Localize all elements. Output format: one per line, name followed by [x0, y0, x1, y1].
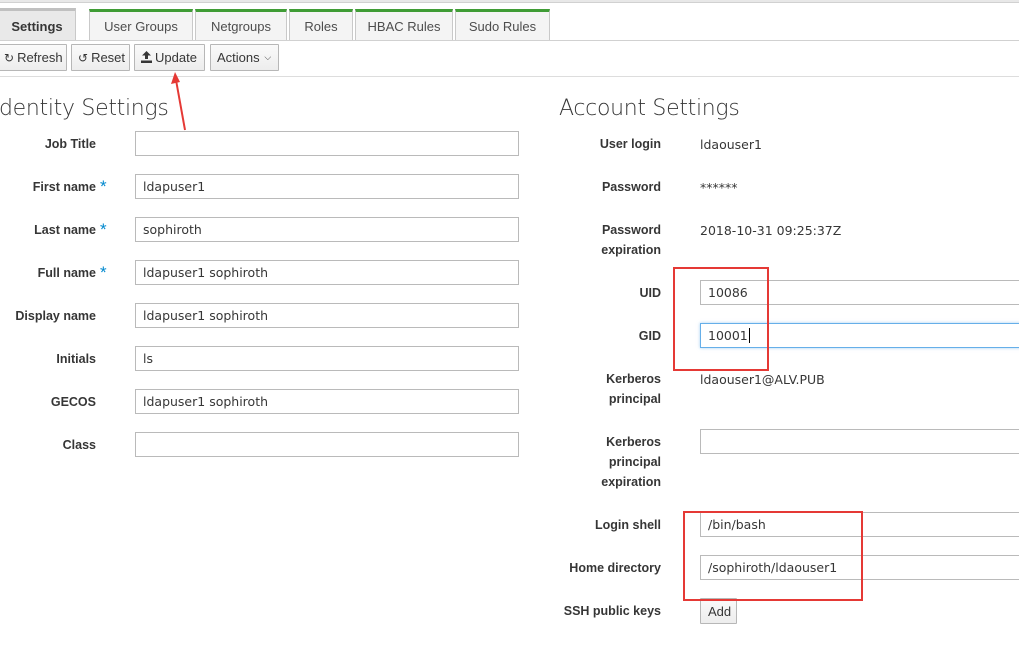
job-title-input[interactable]: [135, 131, 519, 156]
full-name-label: Full name: [37, 266, 96, 280]
uid-label: UID: [639, 286, 661, 300]
annotation-box-shell-home: [683, 511, 863, 601]
required-star-icon: *: [100, 177, 107, 196]
tab-roles[interactable]: Roles: [289, 9, 353, 40]
reset-button[interactable]: ↺ Reset: [71, 44, 130, 71]
chevron-down-icon: ⌵: [264, 52, 272, 62]
class-input[interactable]: [135, 432, 519, 457]
actions-dropdown[interactable]: Actions ⌵: [210, 44, 279, 71]
last-name-input[interactable]: sophiroth: [135, 217, 519, 242]
facet-tabs: Settings User Groups Netgroups Roles HBA…: [0, 8, 1019, 41]
gecos-input[interactable]: ldapuser1 sophiroth: [135, 389, 519, 414]
full-name-input[interactable]: ldapuser1 sophiroth: [135, 260, 519, 285]
tab-baseline: [0, 40, 1019, 41]
identity-settings-title: dentity Settings: [0, 96, 169, 121]
refresh-label: Refresh: [17, 50, 63, 65]
tab-sudo-rules[interactable]: Sudo Rules: [455, 9, 550, 40]
refresh-button[interactable]: ↻ Refresh: [0, 44, 67, 71]
update-button[interactable]: Update: [134, 44, 205, 71]
kerberos-principal-label-2: principal: [608, 392, 661, 406]
login-shell-label: Login shell: [595, 518, 661, 532]
initials-label: Initials: [56, 352, 96, 366]
user-login-value: ldaouser1: [700, 137, 762, 152]
gid-label: GID: [638, 329, 661, 343]
last-name-label: Last name: [34, 223, 96, 237]
first-name-label: First name: [32, 180, 96, 194]
add-ssh-key-button[interactable]: Add: [700, 598, 737, 624]
kerberos-principal-value: ldaouser1@ALV.PUB: [700, 372, 825, 387]
user-login-label: User login: [599, 137, 661, 151]
initials-input[interactable]: ls: [135, 346, 519, 371]
top-border: [0, 0, 1019, 3]
password-label: Password: [601, 180, 661, 194]
password-expiration-label-1: Password: [601, 223, 661, 237]
display-name-input[interactable]: ldapuser1 sophiroth: [135, 303, 519, 328]
actions-label: Actions: [217, 50, 260, 65]
first-name-input[interactable]: ldapuser1: [135, 174, 519, 199]
required-star-icon: *: [100, 220, 107, 239]
ssh-keys-label: SSH public keys: [563, 604, 661, 618]
class-label: Class: [62, 438, 96, 452]
tab-netgroups[interactable]: Netgroups: [195, 9, 287, 40]
annotation-arrow: [171, 72, 186, 131]
job-title-label: Job Title: [44, 137, 96, 151]
refresh-icon: ↻: [4, 50, 15, 65]
home-directory-label: Home directory: [569, 561, 661, 575]
password-expiration-value: 2018-10-31 09:25:37Z: [700, 223, 842, 238]
tab-hbac-rules[interactable]: HBAC Rules: [355, 9, 453, 40]
undo-icon: ↺: [78, 50, 89, 65]
toolbar-separator: [0, 76, 1019, 77]
update-label: Update: [155, 50, 197, 65]
kerberos-expiration-label-2: principal: [608, 455, 661, 469]
annotation-box-uid-gid: [673, 267, 769, 371]
password-expiration-label-2: expiration: [601, 243, 661, 257]
account-settings-title: Account Settings: [559, 96, 740, 121]
tab-user-groups[interactable]: User Groups: [89, 9, 193, 40]
kerberos-expiration-label-1: Kerberos: [606, 435, 661, 449]
required-star-icon: *: [100, 263, 107, 282]
kerberos-expiration-input[interactable]: [700, 429, 1019, 454]
display-name-label: Display name: [15, 309, 96, 323]
password-value: ******: [700, 180, 738, 195]
tab-settings[interactable]: Settings: [0, 8, 76, 41]
kerberos-principal-label-1: Kerberos: [606, 372, 661, 386]
reset-label: Reset: [91, 50, 126, 65]
gecos-label: GECOS: [50, 395, 96, 409]
kerberos-expiration-label-3: expiration: [601, 475, 661, 489]
upload-icon: [141, 50, 152, 65]
